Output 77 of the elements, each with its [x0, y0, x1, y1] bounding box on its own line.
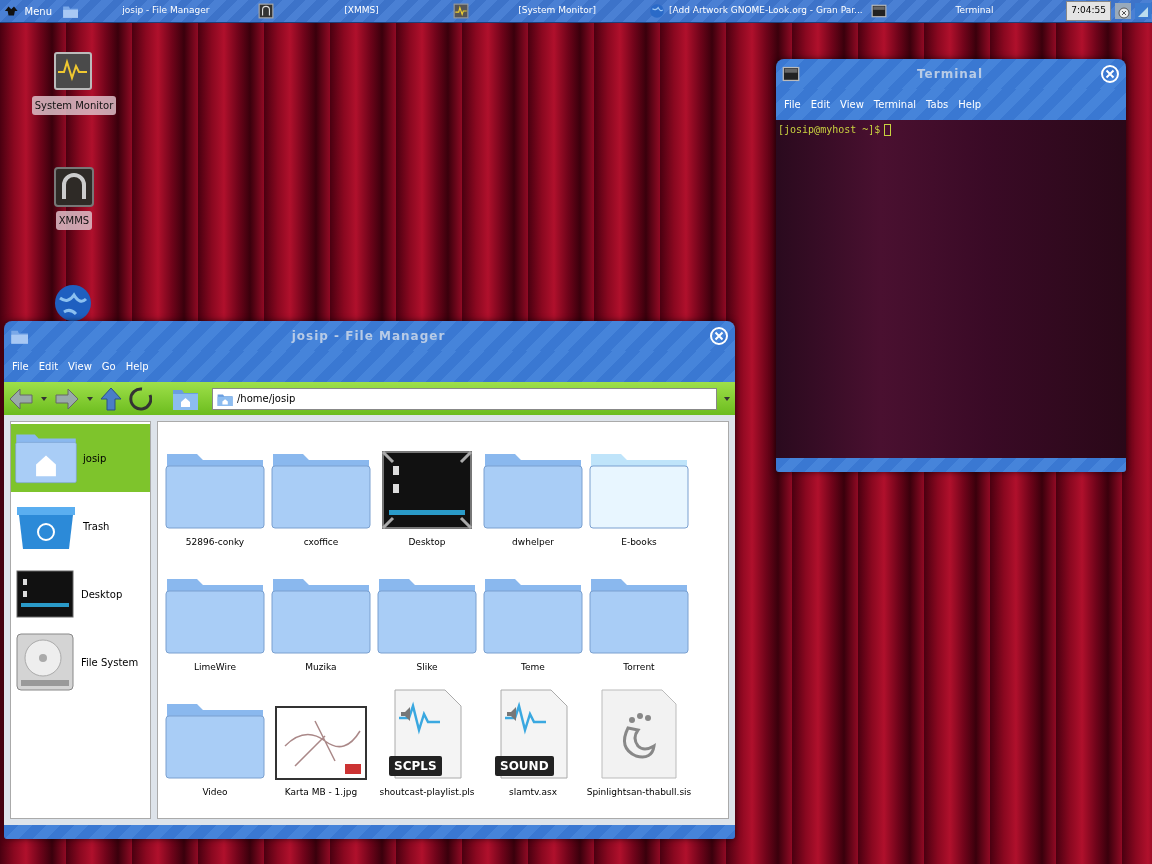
- taskbar-button[interactable]: Terminal: [866, 0, 1063, 22]
- taskbar-button[interactable]: [XMMS]: [253, 0, 450, 22]
- taskbar-button[interactable]: [System Monitor]: [449, 0, 645, 22]
- hard-drive-icon: [15, 632, 75, 692]
- file-name[interactable]: dwhelper: [512, 536, 554, 550]
- text-cursor: [884, 124, 892, 136]
- file-name[interactable]: Spinlightsan-thabull.sis: [586, 786, 692, 800]
- taskbar-button[interactable]: josip - File Manager: [58, 0, 254, 22]
- menu-item[interactable]: View: [68, 359, 92, 374]
- file-name[interactable]: LimeWire: [193, 661, 237, 675]
- menu-item[interactable]: Edit: [38, 359, 59, 374]
- file-name[interactable]: Desktop: [408, 536, 446, 550]
- file-badge: SCPLS: [389, 756, 442, 776]
- sidebar-item[interactable]: Desktop: [11, 560, 150, 628]
- globe-icon[interactable]: [54, 284, 94, 324]
- up-arrow-icon[interactable]: [100, 386, 122, 411]
- menu-item[interactable]: Help: [125, 359, 149, 374]
- tray-icon[interactable]: [1113, 2, 1132, 20]
- back-arrow-icon[interactable]: [8, 386, 34, 411]
- headphones-icon: [257, 3, 274, 19]
- location-field[interactable]: /home/josip: [212, 387, 717, 410]
- file-name[interactable]: Slike: [416, 661, 438, 675]
- file-name[interactable]: Torrent: [623, 661, 655, 675]
- menu-item[interactable]: Go: [101, 359, 116, 374]
- sidebar-item[interactable]: File System: [11, 628, 150, 696]
- forward-arrow-icon[interactable]: [54, 386, 80, 411]
- headphones-icon[interactable]: [54, 167, 94, 207]
- file-name[interactable]: slamtv.asx: [509, 786, 557, 800]
- caret-icon[interactable]: [723, 395, 731, 402]
- sidebar-item[interactable]: josip: [11, 424, 150, 492]
- terminal-icon: [870, 3, 887, 19]
- reload-icon[interactable]: [128, 386, 152, 411]
- mouse-logo-icon: [4, 4, 19, 18]
- screen-icon[interactable]: [381, 450, 473, 530]
- file-name[interactable]: Karta MB - 1.jpg: [284, 786, 358, 800]
- file-badge: SOUND: [495, 756, 554, 776]
- desktop-icon-label[interactable]: XMMS: [55, 211, 93, 230]
- tray-icon[interactable]: [1134, 2, 1152, 20]
- home-folder-icon: [15, 432, 77, 484]
- pulse-icon: [453, 3, 470, 19]
- menu-item[interactable]: Help: [958, 97, 982, 112]
- menu-item[interactable]: View: [840, 97, 864, 112]
- menu-item[interactable]: Edit: [810, 97, 831, 112]
- taskbar-button[interactable]: [Add Artwork GNOME-Look.org - Gran Par...: [644, 0, 867, 22]
- screen-icon: [15, 569, 75, 619]
- window-title: josip - File Manager: [290, 328, 447, 345]
- desktop-icon-label[interactable]: System Monitor: [31, 96, 117, 115]
- caret-icon[interactable]: [86, 395, 94, 402]
- caret-icon[interactable]: [40, 395, 48, 402]
- file-name[interactable]: 52896-conky: [185, 536, 245, 550]
- file-name[interactable]: Video: [202, 786, 228, 800]
- file-name[interactable]: cxoffice: [303, 536, 339, 550]
- foot-document-icon[interactable]: [600, 688, 678, 780]
- menu-item[interactable]: File: [784, 97, 801, 112]
- pulse-icon[interactable]: [54, 52, 94, 92]
- close-icon[interactable]: [1100, 64, 1120, 84]
- file-name[interactable]: Muzika: [305, 661, 337, 675]
- globe-icon: [648, 3, 665, 19]
- file-name[interactable]: E-books: [621, 536, 657, 550]
- terminal-icon: [782, 65, 800, 83]
- file-name[interactable]: shoutcast-playlist.pls: [379, 786, 475, 800]
- audio-file-icon[interactable]: SCPLS: [389, 688, 465, 780]
- sidebar-item[interactable]: Trash: [11, 492, 150, 560]
- home-folder-icon: [217, 391, 233, 406]
- window-title: Terminal: [916, 66, 984, 83]
- audio-file-icon[interactable]: SOUND: [495, 688, 571, 780]
- menu-item[interactable]: Terminal: [873, 97, 917, 112]
- location-text: /home/josip: [237, 392, 296, 406]
- file-name[interactable]: Teme: [521, 661, 545, 675]
- menu-button[interactable]: Menu: [0, 2, 58, 20]
- folder-icon: [62, 3, 78, 19]
- menu-item[interactable]: Tabs: [926, 97, 949, 112]
- image-thumbnail[interactable]: [275, 706, 367, 780]
- clock: 7:04:55: [1066, 1, 1111, 21]
- menu-item[interactable]: File: [12, 359, 29, 374]
- terminal-prompt: [josip@myhost ~]$: [778, 124, 881, 135]
- close-icon[interactable]: [709, 326, 729, 346]
